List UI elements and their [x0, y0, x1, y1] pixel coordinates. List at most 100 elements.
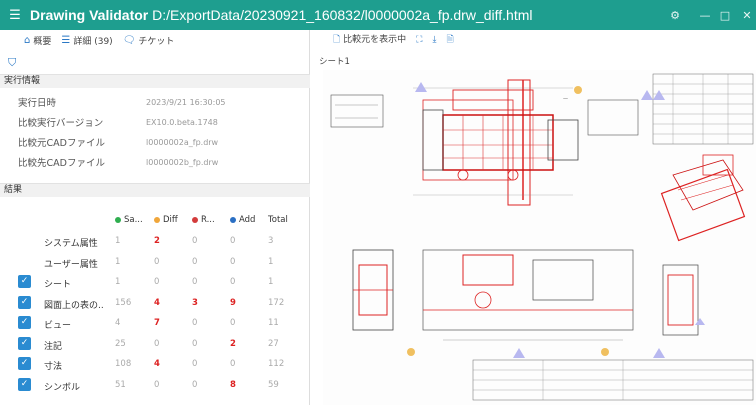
col-label: Sa...: [124, 215, 143, 225]
cell-diff: 2: [154, 236, 160, 246]
cell-same: 1: [115, 277, 121, 287]
info-key: 比較先CADファイル: [18, 158, 105, 169]
col-label: Total: [268, 215, 288, 225]
result-row[interactable]: ユーザー属性 1 0 0 0 1: [0, 252, 310, 272]
download-icon[interactable]: ⤓: [432, 35, 436, 45]
window-title: Drawing Validator D:/ExportData/20230921…: [30, 7, 533, 23]
cell-total: 27: [268, 338, 279, 349]
info-value: l0000002a_fp.drw: [146, 137, 219, 147]
cell-same: 1: [115, 236, 121, 246]
cell-same: 25: [115, 338, 126, 349]
cell-removed: 0: [192, 338, 198, 349]
cell-diff: 0: [154, 256, 160, 267]
cell-removed: 0: [192, 318, 198, 328]
row-name: シート: [44, 280, 72, 290]
cell-add: 0: [230, 318, 236, 328]
cell-add: 0: [230, 236, 236, 246]
tab-label: 概要: [33, 36, 52, 47]
row-name: 注記: [44, 341, 63, 352]
col-same[interactable]: Sa...: [115, 215, 143, 225]
fit-icon[interactable]: ⛶: [416, 35, 422, 45]
info-value: EX10.0.beta.1748: [146, 117, 218, 127]
filter-icon[interactable]: ⛉: [8, 56, 16, 70]
diff-marker[interactable]: [407, 348, 415, 356]
result-row[interactable]: ✓ シート 1 0 0 0 1: [0, 272, 310, 292]
row-name: 図面上の表の...: [44, 300, 104, 311]
cell-same: 1: [115, 256, 121, 267]
svg-text:—: —: [563, 96, 568, 102]
preview-toolbar: 🗋 比較元を表示中 ⛶ ⤓ 🗎: [311, 30, 756, 50]
row-name: システム属性: [44, 239, 98, 249]
section-exec-info: 実行情報: [0, 74, 310, 88]
cell-add: 2: [230, 338, 236, 349]
cell-removed: 0: [192, 277, 198, 287]
col-diff[interactable]: Diff: [154, 215, 178, 225]
check-icon[interactable]: ✓: [18, 336, 31, 350]
row-name: シンボル: [44, 382, 81, 393]
result-row[interactable]: ✓ ビュー 4 7 0 0 11: [0, 313, 310, 333]
toggle-source-button[interactable]: 🗋 比較元を表示中: [333, 32, 406, 48]
cell-same: 51: [115, 379, 126, 390]
info-key: 比較元CADファイル: [18, 138, 105, 149]
col-add[interactable]: Add: [230, 215, 255, 225]
result-row[interactable]: ✓ 寸法 108 4 0 0 112: [0, 354, 310, 374]
result-row[interactable]: ✓ シンボル 51 0 0 8 59: [0, 375, 310, 395]
cell-diff: 0: [154, 338, 160, 349]
cell-removed: 0: [192, 236, 198, 246]
info-row: 比較元CADファイル l0000002a_fp.drw: [18, 133, 308, 151]
col-removed[interactable]: R...: [192, 215, 215, 225]
cell-total: 3: [268, 236, 274, 246]
same-dot-icon: [115, 217, 121, 223]
result-row[interactable]: システム属性 1 2 0 0 3: [0, 231, 310, 251]
section-result: 結果: [0, 183, 310, 197]
info-key: 実行日時: [18, 98, 57, 109]
cell-removed: 0: [192, 379, 198, 390]
info-row: 比較先CADファイル l0000002b_fp.drw: [18, 153, 308, 171]
result-row[interactable]: ✓ 注記 25 0 0 2 27: [0, 334, 310, 354]
result-row[interactable]: ✓ 図面上の表の... 156 4 3 9 172: [0, 293, 310, 313]
cell-removed: 0: [192, 256, 198, 267]
diff-marker[interactable]: [574, 86, 582, 94]
check-icon[interactable]: ✓: [18, 357, 31, 370]
info-value: 2023/9/21 16:30:05: [146, 97, 226, 107]
info-row: 比較実行バージョン EX10.0.beta.1748: [18, 113, 308, 131]
tab-tickets[interactable]: 🗨 チケット: [123, 34, 175, 47]
file-path: D:/ExportData/20230921_160832/l0000002a_…: [152, 7, 533, 23]
cell-add: 0: [230, 277, 236, 287]
tab-details[interactable]: ☰ 詳細 (39): [61, 34, 112, 47]
info-value: l0000002b_fp.drw: [146, 157, 219, 167]
cell-total: 1: [268, 256, 274, 267]
col-label: Add: [239, 215, 256, 225]
tab-sheet[interactable]: シート1: [319, 55, 350, 67]
check-icon[interactable]: ✓: [18, 295, 31, 309]
hamburger-icon[interactable]: ☰: [0, 8, 30, 23]
col-total[interactable]: Total: [268, 215, 288, 225]
export-icon[interactable]: 🗎: [446, 32, 453, 48]
cell-diff: 4: [154, 297, 160, 308]
diff-marker[interactable]: [601, 348, 609, 356]
cell-add: 9: [230, 297, 236, 308]
settings-icon[interactable]: ⚙: [660, 0, 690, 30]
row-name: ビュー: [44, 321, 72, 331]
check-icon[interactable]: ✓: [18, 275, 31, 288]
cell-total: 59: [268, 379, 279, 390]
app-title: Drawing Validator: [30, 7, 149, 23]
cad-drawing: —: [323, 70, 756, 405]
check-icon[interactable]: ✓: [18, 316, 31, 329]
info-key: 比較実行バージョン: [18, 118, 104, 129]
row-name: ユーザー属性: [44, 259, 98, 270]
check-icon[interactable]: ✓: [18, 377, 31, 391]
tab-label: 詳細 (39): [73, 36, 113, 47]
close-icon[interactable]: ✕: [732, 0, 756, 30]
chat-icon: 🗨: [122, 34, 136, 46]
cell-add: 0: [230, 359, 236, 369]
tab-overview[interactable]: ⌂ 概要: [24, 34, 51, 47]
drawing-canvas[interactable]: —: [323, 70, 756, 405]
diff-dot-icon: [154, 217, 160, 223]
file-icon: 🗋: [333, 35, 341, 45]
toggle-source-label: 比較元を表示中: [343, 35, 407, 45]
col-label: R...: [201, 215, 215, 225]
cell-diff: 7: [154, 318, 160, 328]
cell-add: 0: [230, 256, 236, 267]
add-dot-icon: [230, 217, 236, 223]
